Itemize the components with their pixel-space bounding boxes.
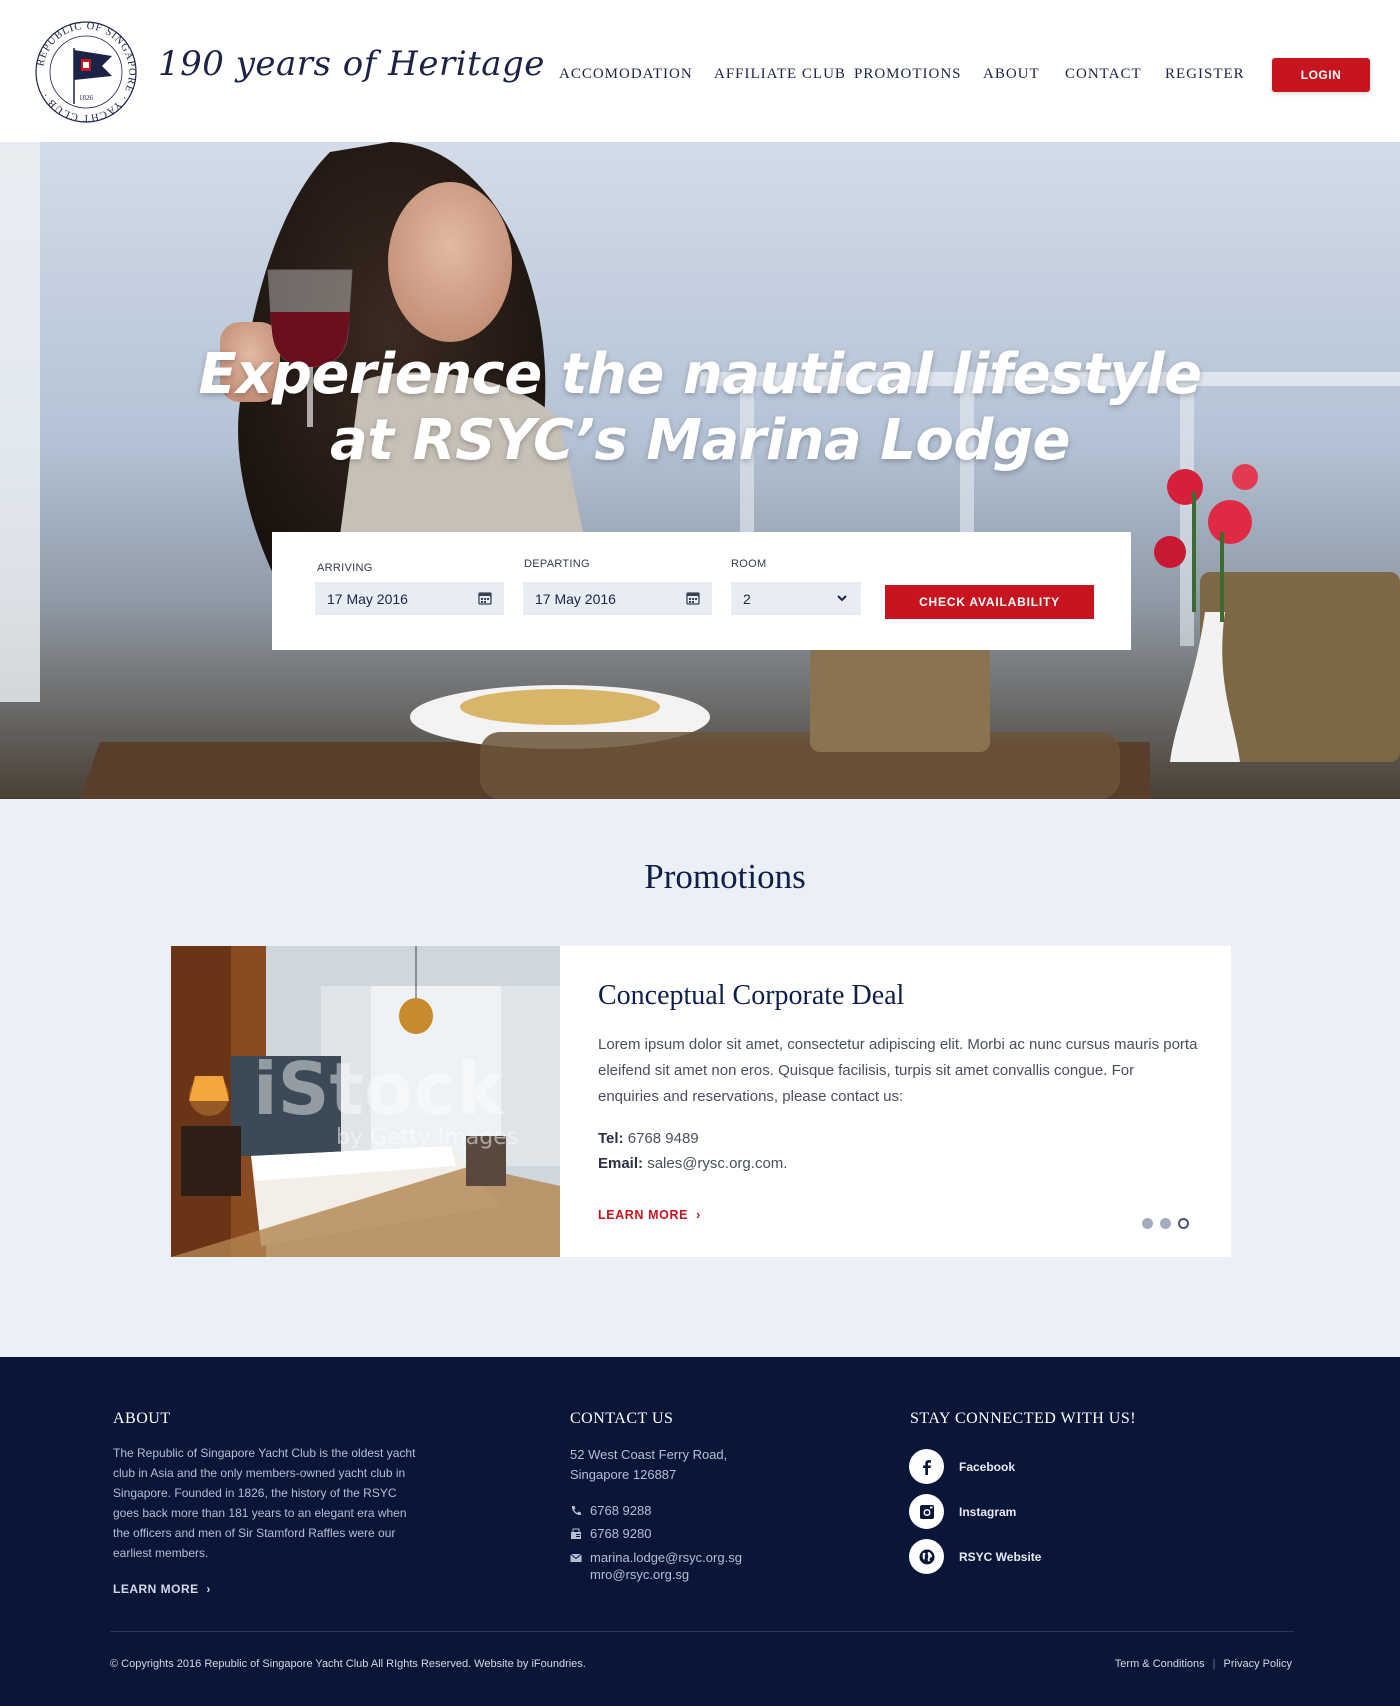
promotion-contact: Tel: 6768 9489 Email: sales@rysc.org.com… <box>598 1126 1198 1176</box>
arriving-label: ARRIVING <box>317 562 373 574</box>
footer-learn-more-link[interactable]: LEARN MORE › <box>113 1582 211 1596</box>
footer-address: 52 West Coast Ferry Road, Singapore 1268… <box>570 1445 727 1485</box>
address-line-1: 52 West Coast Ferry Road, <box>570 1447 728 1462</box>
departing-date-value: 17 May 2016 <box>535 590 616 607</box>
svg-text:1826: 1826 <box>79 94 94 102</box>
istock-watermark: iStock <box>253 1047 506 1131</box>
carousel-dot-1[interactable] <box>1142 1218 1153 1229</box>
footer-learn-more-label: LEARN MORE <box>113 1582 199 1596</box>
chevron-right-icon: › <box>202 1582 211 1596</box>
footer-divider <box>110 1631 1294 1632</box>
tel-label: Tel: <box>598 1130 624 1147</box>
legal-separator: | <box>1212 1658 1216 1670</box>
chevron-right-icon: › <box>692 1208 701 1222</box>
hero-headline-line2: at RSYC’s Marina Lodge <box>329 408 1071 473</box>
room-label: ROOM <box>731 558 767 570</box>
promotion-email-row: Email: sales@rysc.org.com. <box>598 1151 1198 1176</box>
footer-copyright: © Copyrights 2016 Republic of Singapore … <box>110 1658 586 1670</box>
footer-phone: 6768 9288 <box>570 1503 870 1519</box>
carousel-dot-2[interactable] <box>1160 1218 1171 1229</box>
globe-icon <box>909 1539 944 1574</box>
footer-email-1[interactable]: marina.lodge@rsyc.org.sg <box>590 1550 742 1565</box>
footer-about-text: The Republic of Singapore Yacht Club is … <box>113 1446 416 1560</box>
rsyc-website-label: RSYC Website <box>959 1549 1042 1564</box>
footer-about-heading: ABOUT <box>113 1410 171 1427</box>
instagram-link[interactable]: Instagram <box>909 1494 1016 1529</box>
login-button[interactable]: LOGIN <box>1272 58 1370 92</box>
hero-headline: Experience the nautical lifestyle at RSY… <box>0 342 1400 474</box>
nav-contact[interactable]: CONTACT <box>1065 66 1142 83</box>
phone-icon <box>571 1506 581 1516</box>
promotion-heading: Conceptual Corporate Deal <box>598 980 905 1011</box>
departing-date-input[interactable]: 17 May 2016 <box>523 582 712 615</box>
nav-accomodation[interactable]: ACCOMODATION <box>559 66 693 83</box>
privacy-link[interactable]: Privacy Policy <box>1224 1658 1292 1670</box>
envelope-icon <box>570 1553 582 1562</box>
chevron-down-icon <box>837 595 847 602</box>
email-value[interactable]: sales@rysc.org.com. <box>647 1155 787 1172</box>
learn-more-label: LEARN MORE <box>598 1208 689 1222</box>
nav-promotions[interactable]: PROMOTIONS <box>854 66 962 83</box>
promotion-body: Conceptual Corporate Deal Lorem ipsum do… <box>598 980 1198 1176</box>
check-availability-button[interactable]: CHECK AVAILABILITY <box>885 585 1094 619</box>
calendar-icon <box>478 592 492 605</box>
heritage-tagline: 190 years of Heritage <box>158 44 545 84</box>
footer-email: marina.lodge@rsyc.org.sg mro@rsyc.org.sg <box>570 1550 870 1590</box>
facebook-icon <box>909 1449 944 1484</box>
email-label: Email: <box>598 1155 644 1172</box>
nav-about[interactable]: ABOUT <box>983 66 1040 83</box>
site-footer: ABOUT The Republic of Singapore Yacht Cl… <box>0 1357 1400 1706</box>
footer-phone-value[interactable]: 6768 9288 <box>590 1503 651 1518</box>
footer-legal-links: Term & Conditions | Privacy Policy <box>1115 1658 1292 1670</box>
nav-register[interactable]: REGISTER <box>1165 66 1245 83</box>
departing-label: DEPARTING <box>524 558 590 570</box>
carousel-dots <box>1142 1218 1189 1229</box>
promotions-section: Promotions iStock by Getty Images Concep… <box>0 799 1400 1357</box>
hero-headline-line1: Experience the nautical lifestyle <box>198 342 1202 407</box>
address-line-2: Singapore 126887 <box>570 1467 677 1482</box>
footer-social-heading: STAY CONNECTED WITH US! <box>910 1410 1137 1427</box>
tel-value: 6768 9489 <box>627 1130 699 1147</box>
terms-link[interactable]: Term & Conditions <box>1115 1658 1205 1670</box>
facebook-link[interactable]: Facebook <box>909 1449 1015 1484</box>
promotion-description: Lorem ipsum dolor sit amet, consectetur … <box>598 1036 1198 1105</box>
instagram-label: Instagram <box>959 1504 1017 1519</box>
getty-watermark: by Getty Images <box>336 1125 518 1150</box>
promotions-title: Promotions <box>644 857 806 896</box>
promotion-image: iStock by Getty Images <box>171 946 560 1257</box>
fax-icon <box>571 1528 581 1539</box>
arriving-date-value: 17 May 2016 <box>327 590 408 607</box>
rsyc-website-link[interactable]: RSYC Website <box>909 1539 1041 1574</box>
carousel-dot-3[interactable] <box>1178 1218 1189 1229</box>
facebook-label: Facebook <box>959 1459 1016 1474</box>
footer-fax-value: 6768 9280 <box>590 1526 652 1541</box>
room-select[interactable]: 2 <box>731 582 861 615</box>
promotion-tel-row: Tel: 6768 9489 <box>598 1126 1198 1151</box>
booking-form: ARRIVING 17 May 2016 DEPARTING 17 May 20… <box>272 532 1131 650</box>
footer-email-2[interactable]: mro@rsyc.org.sg <box>590 1567 689 1582</box>
hero-banner: Experience the nautical lifestyle at RSY… <box>0 142 1400 799</box>
promotion-learn-more-link[interactable]: LEARN MORE › <box>598 1208 701 1222</box>
nav-affiliate-club[interactable]: AFFILIATE CLUB <box>714 66 846 83</box>
room-select-value: 2 <box>743 590 751 607</box>
calendar-icon <box>686 592 700 605</box>
instagram-icon <box>909 1494 944 1529</box>
site-header: REPUBLIC OF SINGAPORE · YACHT CLUB · 182… <box>0 0 1400 142</box>
promotion-card: iStock by Getty Images Conceptual Corpor… <box>171 946 1231 1257</box>
footer-fax: 6768 9280 <box>570 1526 870 1542</box>
rsyc-logo[interactable]: REPUBLIC OF SINGAPORE · YACHT CLUB · 182… <box>30 18 142 126</box>
arriving-date-input[interactable]: 17 May 2016 <box>315 582 504 615</box>
footer-contact-heading: CONTACT US <box>570 1410 674 1427</box>
